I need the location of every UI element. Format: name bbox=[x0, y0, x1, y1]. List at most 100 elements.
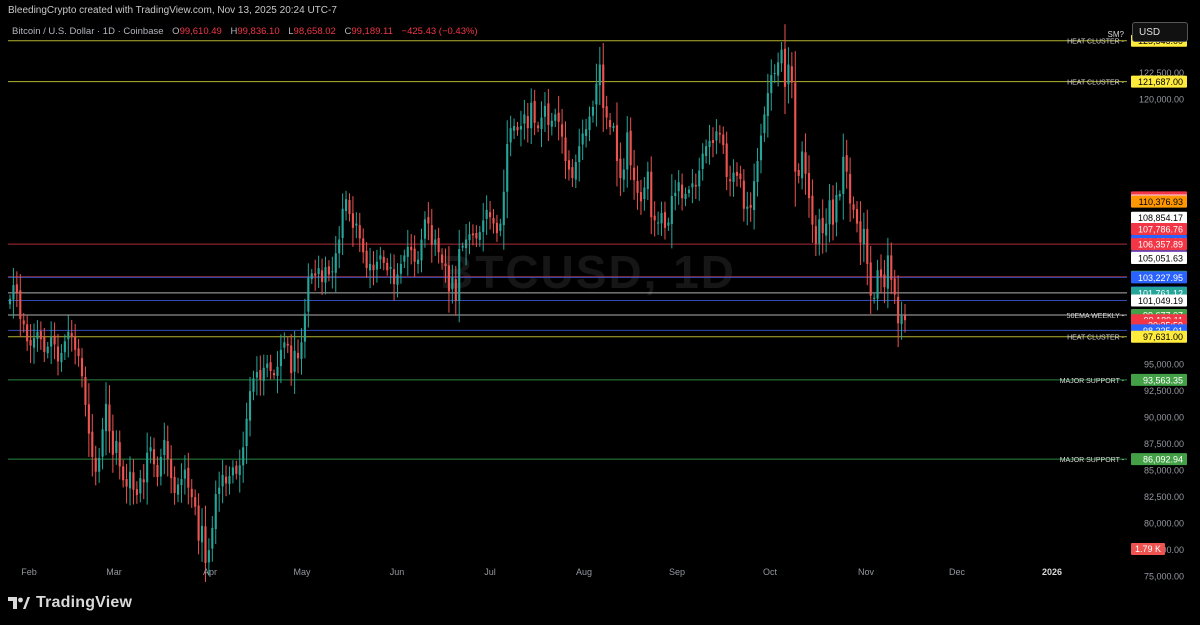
candle-body bbox=[766, 93, 769, 117]
candle bbox=[842, 133, 845, 220]
candle bbox=[811, 179, 814, 243]
candle-body bbox=[543, 105, 547, 117]
candle-body bbox=[135, 489, 138, 496]
candle-body bbox=[32, 338, 36, 348]
candle bbox=[221, 459, 224, 504]
price-chart[interactable]: HEAT CLUSTER - HEAT CLUSTER - 50EMA WEEKLY… bbox=[0, 0, 1200, 582]
candle bbox=[681, 173, 684, 211]
price-tick-label: 82,500.00 bbox=[1144, 492, 1184, 502]
candle-body bbox=[12, 285, 15, 300]
candle bbox=[783, 24, 787, 115]
candle-body bbox=[523, 114, 526, 124]
candle-body bbox=[70, 333, 73, 338]
candle-body bbox=[561, 124, 564, 137]
candle bbox=[591, 100, 595, 123]
candle-body bbox=[807, 172, 811, 199]
time-tick-label: Sep bbox=[669, 567, 685, 577]
candle-body bbox=[725, 143, 728, 177]
candle bbox=[104, 382, 108, 456]
candle-body bbox=[530, 102, 533, 129]
candle bbox=[118, 430, 121, 480]
candle bbox=[657, 211, 660, 235]
candle-body bbox=[636, 180, 639, 193]
candle-body bbox=[266, 363, 269, 368]
candle-body bbox=[101, 429, 104, 457]
candle bbox=[705, 139, 708, 164]
candle-body bbox=[886, 255, 889, 289]
candle bbox=[355, 212, 358, 239]
candle bbox=[43, 327, 46, 363]
candle-body bbox=[80, 358, 84, 377]
candle-body bbox=[540, 117, 543, 129]
candle-body bbox=[87, 404, 90, 434]
candle bbox=[389, 253, 392, 284]
candle bbox=[132, 459, 135, 505]
price-tick-label: 92,500.00 bbox=[1144, 386, 1184, 396]
candle-body bbox=[468, 234, 471, 241]
candle bbox=[56, 333, 60, 376]
candle-body bbox=[633, 167, 636, 181]
change-value: −425.43 (−0.43%) bbox=[401, 26, 478, 37]
candle-body bbox=[705, 146, 708, 157]
candle-body bbox=[701, 153, 704, 169]
candle bbox=[859, 201, 862, 265]
candle-body bbox=[362, 238, 365, 253]
candle bbox=[465, 224, 468, 266]
time-tick-label: Nov bbox=[858, 567, 875, 577]
currency-button[interactable]: USD bbox=[1132, 22, 1188, 42]
candle-body bbox=[180, 479, 183, 486]
candle bbox=[214, 480, 217, 545]
candle bbox=[396, 263, 399, 298]
ohlc-legend: Bitcoin / U.S. Dollar · 1D · Coinbase O9… bbox=[12, 26, 478, 37]
candle-body bbox=[509, 128, 512, 143]
candle-body bbox=[650, 171, 653, 218]
candle bbox=[663, 201, 667, 240]
candle bbox=[159, 448, 162, 486]
candle-body bbox=[149, 447, 152, 452]
candle-body bbox=[307, 277, 310, 312]
tradingview-brand[interactable]: TradingView bbox=[8, 594, 132, 612]
candle-body bbox=[276, 366, 279, 376]
candle-body bbox=[533, 101, 536, 123]
open-value: 99,610.49 bbox=[179, 26, 222, 37]
candle-body bbox=[876, 270, 879, 299]
candle-body bbox=[341, 208, 344, 238]
candle-body bbox=[711, 140, 715, 144]
candle-body bbox=[622, 169, 625, 180]
candle-body bbox=[670, 196, 673, 225]
candle bbox=[581, 119, 584, 160]
candle-body bbox=[759, 135, 763, 161]
level-label: HEAT CLUSTER - bbox=[1067, 80, 1125, 87]
candle-body bbox=[835, 194, 838, 223]
candle-body bbox=[756, 161, 759, 182]
price-badge: 108,854.17 bbox=[1131, 211, 1187, 224]
candle bbox=[869, 245, 872, 314]
candle-body bbox=[828, 200, 831, 225]
candle bbox=[331, 256, 334, 289]
candle-body bbox=[320, 270, 324, 282]
price-tick-label: 120,000.00 bbox=[1139, 95, 1184, 105]
candle bbox=[248, 376, 252, 437]
candle-body bbox=[825, 223, 828, 236]
close-value: 99,189.11 bbox=[351, 26, 393, 37]
candle-body bbox=[46, 346, 49, 354]
candle-body bbox=[94, 458, 97, 472]
candle-body bbox=[358, 225, 361, 239]
time-tick-label: Mar bbox=[106, 567, 122, 577]
candle-body bbox=[855, 209, 859, 224]
candle bbox=[598, 46, 601, 105]
candle-body bbox=[742, 180, 745, 209]
candle-body bbox=[420, 239, 423, 261]
price-badge-label: 103,227.95 bbox=[1138, 273, 1183, 283]
candle bbox=[122, 459, 125, 488]
candle bbox=[571, 159, 574, 187]
candle bbox=[451, 264, 454, 304]
candle bbox=[523, 99, 526, 140]
candle-body bbox=[156, 464, 159, 478]
candle bbox=[509, 115, 512, 157]
price-badge: 121,687.00 bbox=[1131, 75, 1187, 88]
candle bbox=[190, 479, 193, 508]
candle-body bbox=[619, 158, 622, 178]
candle bbox=[818, 208, 821, 256]
candle-body bbox=[653, 215, 656, 221]
